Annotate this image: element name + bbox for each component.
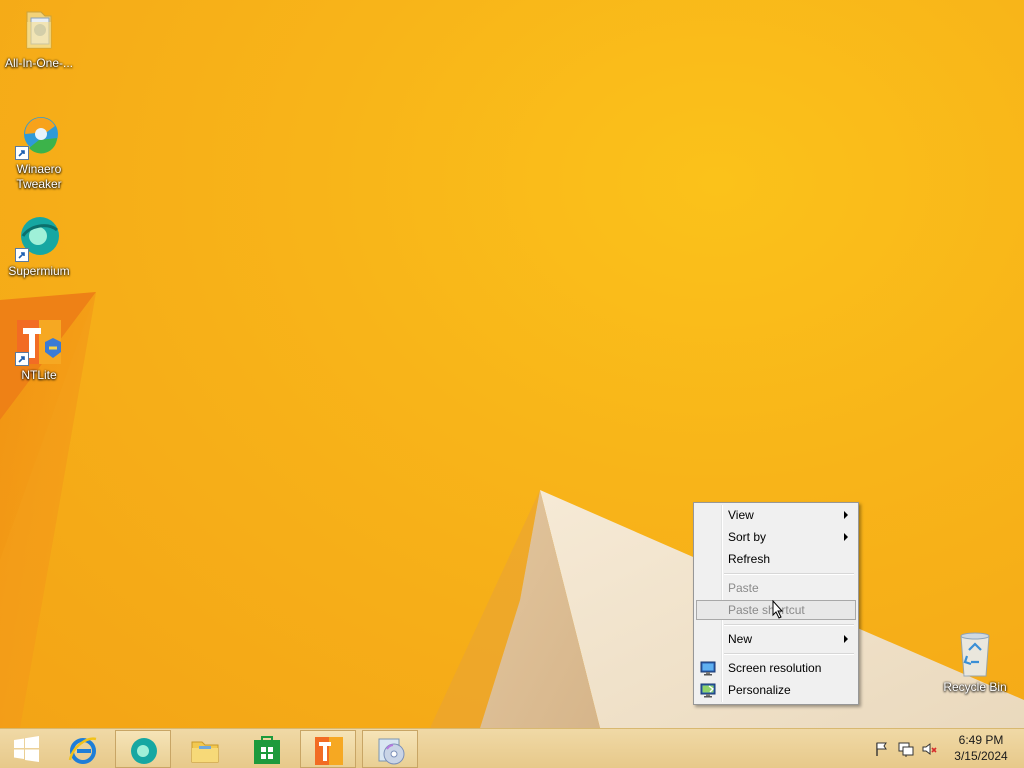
taskbar: 6:49 PM 3/15/2024 (0, 728, 1024, 768)
menu-item-label: Paste (728, 581, 759, 595)
personalize-icon (700, 682, 716, 698)
supermium-icon (15, 214, 63, 262)
network-icon[interactable] (898, 741, 914, 757)
menu-item-label: Refresh (728, 552, 771, 566)
taskbar-clock[interactable]: 6:49 PM 3/15/2024 (944, 732, 1018, 764)
clock-time: 6:49 PM (958, 733, 1004, 747)
taskbar-file-explorer[interactable] (177, 730, 233, 768)
desktop-icon-supermium[interactable]: Supermium (1, 214, 77, 279)
submenu-arrow-icon (844, 511, 848, 519)
volume-muted-icon[interactable] (921, 741, 937, 757)
menu-item-label: Personalize (728, 683, 791, 697)
menu-item-label: View (728, 508, 754, 522)
menu-item-label: Paste shortcut (728, 603, 805, 617)
menu-item-sort-by[interactable]: Sort by (696, 527, 856, 547)
menu-item-screen-resolution[interactable]: Screen resolution (696, 658, 856, 678)
menu-separator (724, 624, 854, 626)
windows-logo-icon (14, 736, 39, 762)
submenu-arrow-icon (844, 533, 848, 541)
supermium-icon (131, 738, 157, 764)
desktop-icon-label: NTLite (21, 368, 57, 382)
submenu-arrow-icon (844, 635, 848, 643)
taskbar-supermium[interactable] (115, 730, 171, 768)
mouse-cursor-icon (772, 600, 784, 619)
taskbar-store[interactable] (239, 730, 295, 768)
shortcut-arrow-icon (15, 146, 29, 160)
desktop[interactable]: All-In-One-... Winaero Tweaker Supermium (0, 0, 1024, 728)
menu-item-new[interactable]: New (696, 629, 856, 649)
shortcut-arrow-icon (15, 248, 29, 262)
desktop-icon-winaero-tweaker[interactable]: Winaero Tweaker (1, 112, 77, 192)
flag-icon[interactable] (874, 741, 890, 757)
recycle-bin-icon (951, 630, 999, 678)
desktop-icon-label: Supermium (8, 264, 70, 278)
internet-explorer-icon (68, 737, 97, 764)
ntlite-icon (15, 318, 63, 366)
store-icon (254, 736, 280, 764)
shortcut-arrow-icon (15, 352, 29, 366)
disc-icon (378, 738, 405, 765)
folder-icon (15, 6, 63, 54)
taskbar-internet-explorer[interactable] (55, 730, 111, 768)
start-button[interactable] (0, 730, 56, 768)
desktop-icon-ntlite[interactable]: NTLite (1, 318, 77, 383)
clock-date: 3/15/2024 (954, 749, 1008, 763)
taskbar-disc-app[interactable] (362, 730, 418, 768)
display-icon (700, 660, 716, 676)
menu-item-label: Screen resolution (728, 661, 822, 675)
wallpaper (0, 292, 1024, 728)
menu-item-label: Sort by (728, 530, 767, 544)
menu-item-personalize[interactable]: Personalize (696, 680, 856, 700)
desktop-icon-recycle-bin[interactable]: Recycle Bin (937, 630, 1013, 695)
menu-item-view[interactable]: View (696, 505, 856, 525)
desktop-icon-label: Winaero Tweaker (16, 162, 62, 191)
menu-item-refresh[interactable]: Refresh (696, 549, 856, 569)
desktop-icon-label: Recycle Bin (943, 680, 1007, 694)
file-explorer-icon (191, 741, 219, 763)
ntlite-icon (315, 737, 343, 765)
taskbar-ntlite[interactable] (300, 730, 356, 768)
winaero-tweaker-icon (15, 112, 63, 160)
menu-separator (724, 573, 854, 575)
menu-item-paste[interactable]: Paste (696, 578, 856, 598)
menu-item-label: New (728, 632, 753, 646)
desktop-icon-label: All-In-One-... (4, 56, 73, 70)
desktop-icon-all-in-one[interactable]: All-In-One-... (1, 6, 77, 71)
menu-separator (724, 653, 854, 655)
